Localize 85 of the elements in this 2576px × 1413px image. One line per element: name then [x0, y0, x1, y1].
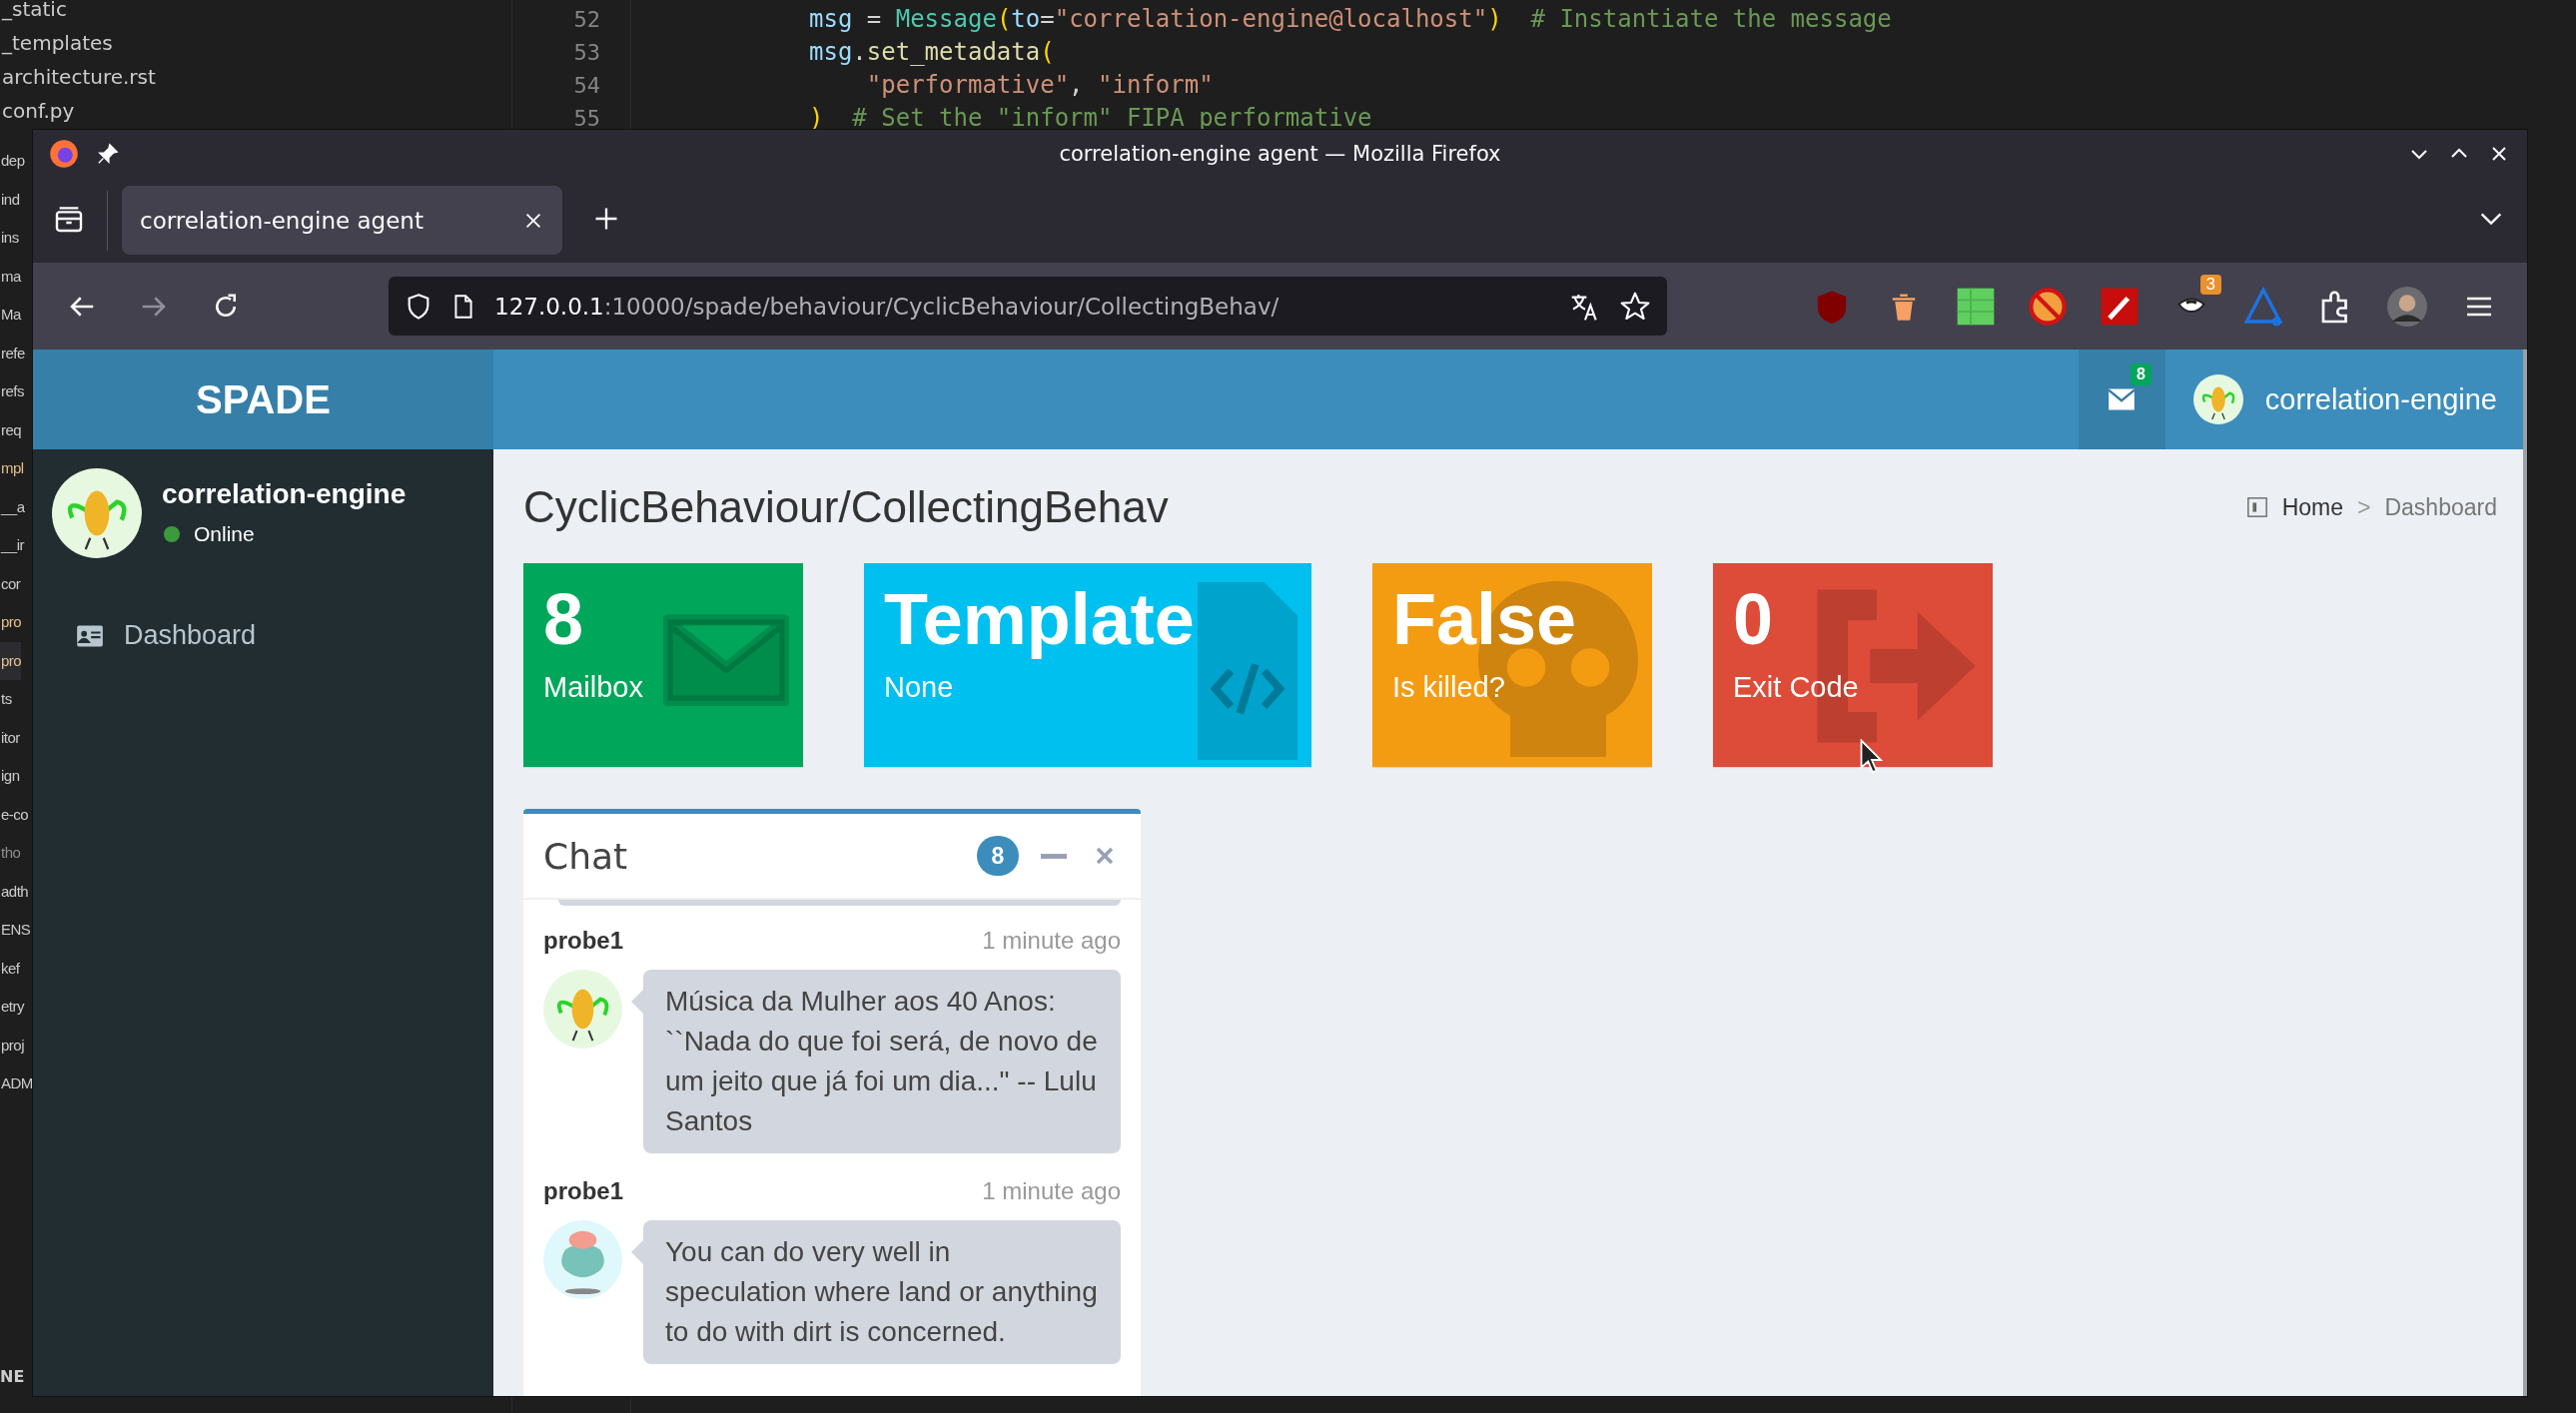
breadcrumb-link[interactable]: Home	[2281, 493, 2344, 521]
file-name[interactable]: dep	[0, 142, 25, 181]
file-name[interactable]: architecture.rst	[0, 60, 156, 94]
file-name[interactable]: conf.py	[0, 94, 75, 128]
file-name[interactable]: Ma	[0, 296, 21, 335]
file-name[interactable]: ma	[0, 257, 21, 296]
sidebar-item[interactable]: Dashboard	[33, 610, 493, 661]
brand-logo[interactable]: SPADE	[33, 350, 493, 449]
star-icon	[1619, 290, 1651, 323]
file-name[interactable]: ts	[0, 680, 12, 719]
card-value: Template	[884, 579, 1195, 659]
card-label: None	[884, 670, 954, 705]
spreadsheet-icon	[1956, 286, 1996, 327]
count-badge: 8	[977, 836, 1019, 876]
file-name[interactable]: adth	[0, 872, 29, 911]
status-text: Online	[194, 522, 255, 546]
line-number: 53	[572, 39, 600, 67]
file-name[interactable]: __ir	[0, 526, 24, 565]
timestamp: 1 minute ago	[982, 1177, 1121, 1205]
magic-wand-icon	[2100, 286, 2140, 327]
file-name[interactable]: proj	[0, 1026, 24, 1064]
count-badge: 8	[2130, 363, 2151, 385]
triangle-icon	[2243, 286, 2283, 327]
file-name[interactable]: kef	[0, 949, 20, 988]
line-number: 55	[572, 105, 600, 133]
browser-tab[interactable]: correlation-engine agent	[122, 186, 562, 255]
breadcrumb-separator: >	[2357, 493, 2371, 521]
online-dot-icon	[162, 524, 182, 544]
envelope-icon	[663, 611, 789, 707]
file-name[interactable]: itor	[0, 718, 20, 757]
sender-name: probe1	[543, 1177, 623, 1205]
user-menu[interactable]: correlation-engine	[2164, 350, 2527, 449]
file-name[interactable]: etry	[0, 988, 24, 1027]
file-name[interactable]: refs	[0, 372, 24, 411]
sender-name: probe1	[543, 927, 623, 955]
panel-title: Chat	[543, 835, 628, 877]
file-name[interactable]: tho	[0, 834, 21, 873]
file-name[interactable]: ind	[0, 180, 20, 219]
file-name[interactable]: _static	[0, 0, 67, 26]
card-label: Is killed?	[1392, 670, 1505, 705]
file-name[interactable]: ins	[0, 219, 19, 258]
file-name[interactable]: ENS	[0, 911, 31, 950]
pin-icon	[97, 143, 119, 165]
window-title: correlation-engine agent — Mozilla Firefox	[1059, 142, 1501, 166]
page-title: CyclicBehaviour/CollectingBehav	[523, 481, 1169, 533]
card-value: 0	[1733, 579, 1774, 659]
file-name[interactable]: ign	[0, 757, 20, 796]
person-silhouette-icon	[2387, 286, 2427, 327]
firefox-icon	[49, 139, 79, 169]
file-name[interactable]: refe	[0, 334, 25, 372]
file-name[interactable]: mpl	[0, 449, 24, 488]
dashboard-icon	[2245, 496, 2268, 518]
address-bar[interactable]: 127.0.0.1:10000/spade/behaviour/CyclicBehaviour/CollectingBehav/	[389, 277, 1667, 336]
profile-button[interactable]	[2385, 284, 2429, 329]
line-number: 52	[572, 6, 600, 34]
prohibited-icon	[2028, 286, 2068, 327]
extension-badge: 3	[2199, 274, 2221, 295]
panel-label: NE	[0, 1366, 25, 1388]
minus-icon	[1041, 853, 1067, 859]
file-name[interactable]: __a	[0, 487, 25, 526]
code-line: msg = Message(to="correlation-engine@localhost") # Instantiate the message	[809, 4, 1892, 35]
card-label: Exit Code	[1733, 670, 1859, 705]
line-number: 54	[572, 72, 600, 100]
breadcrumb-current: Dashboard	[2384, 493, 2497, 521]
file-name[interactable]: ADM	[0, 1064, 33, 1103]
code-line: "performative", "inform"	[865, 70, 1215, 101]
code-line: ) # Set the "inform" FIPA performative	[809, 103, 1373, 134]
bubble-pointer	[631, 990, 643, 1014]
file-name[interactable]: _templates	[0, 26, 113, 60]
agent-name: correlation-engine	[162, 478, 407, 510]
code-line: msg.set_metadata(	[809, 37, 1056, 68]
url-text: 127.0.0.1:10000/spade/behaviour/CyclicBehaviour/CollectingBehav/	[494, 293, 1281, 320]
file-name[interactable]: pro	[0, 603, 22, 642]
avatar	[2192, 374, 2243, 424]
file-name[interactable]: cor	[0, 564, 21, 603]
code-file-icon	[1198, 581, 1297, 761]
file-name[interactable]: e-co	[0, 795, 29, 834]
card-value: 8	[543, 579, 584, 659]
file-name[interactable]: req	[0, 410, 22, 449]
card-label: Mailbox	[543, 670, 643, 705]
timestamp: 1 minute ago	[982, 927, 1121, 955]
mouse-pointer-icon	[1860, 739, 1884, 775]
bubble-pointer	[631, 1240, 643, 1264]
file-name[interactable]: pro	[0, 641, 22, 680]
card-value: False	[1392, 579, 1577, 659]
